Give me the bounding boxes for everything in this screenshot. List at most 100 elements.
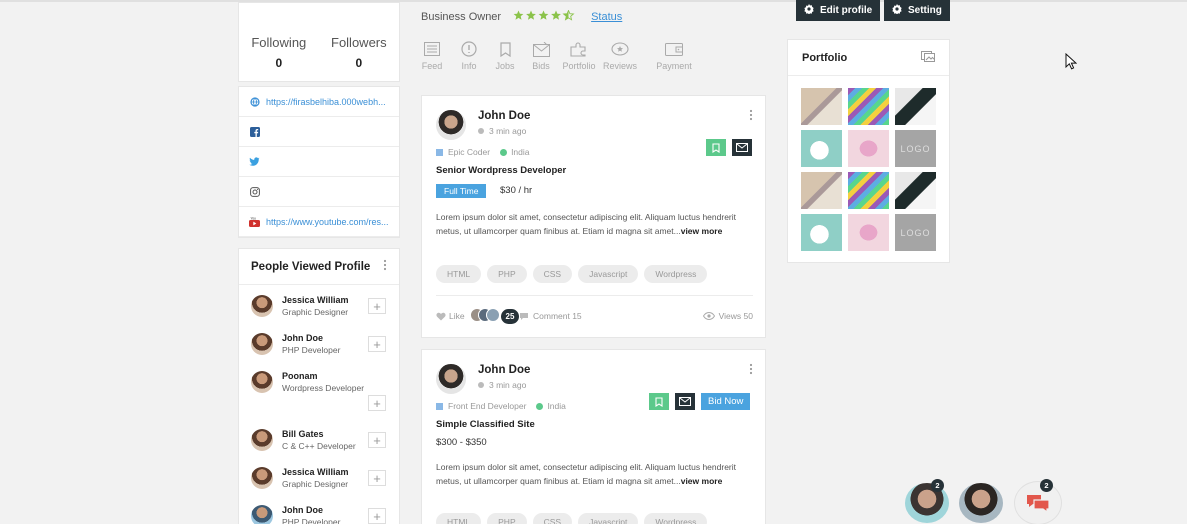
message-button[interactable] <box>732 139 752 156</box>
skill-tag[interactable]: Wordpress <box>644 513 708 524</box>
skill-tag[interactable]: CSS <box>532 513 573 524</box>
post-location: India <box>511 147 530 157</box>
logo-mockup-text: LOGO <box>900 143 931 154</box>
edit-profile-label: Edit profile <box>820 5 873 16</box>
status-link[interactable]: Status <box>591 11 622 23</box>
setting-label: Setting <box>908 5 942 16</box>
skill-tag[interactable]: Javascript <box>578 513 639 524</box>
portfolio-thumbnail[interactable] <box>895 172 936 209</box>
social-link-youtube[interactable]: You https://www.youtube.com/res... <box>239 207 399 237</box>
avatar[interactable] <box>251 371 273 393</box>
portfolio-thumbnail[interactable] <box>848 130 889 167</box>
skill-tag[interactable]: HTML <box>436 265 482 283</box>
view-more-link[interactable]: view more <box>681 476 723 486</box>
skill-tag[interactable]: PHP <box>487 513 527 524</box>
bid-now-button[interactable]: Bid Now <box>701 393 751 410</box>
tab-info[interactable]: Info <box>458 40 480 71</box>
instagram-icon <box>249 186 260 197</box>
viewer-name[interactable]: Jessica William <box>282 295 348 305</box>
add-user-button[interactable]: + <box>368 336 386 352</box>
add-user-button[interactable]: + <box>368 470 386 486</box>
skill-tag[interactable]: CSS <box>532 265 573 283</box>
bookmark-button[interactable] <box>706 139 726 156</box>
portfolio-icon[interactable] <box>921 49 935 67</box>
avatar[interactable] <box>251 429 273 451</box>
tab-bids[interactable]: Bids <box>530 40 552 71</box>
portfolio-thumbnail[interactable]: LOGO <box>895 214 936 251</box>
edit-profile-button[interactable]: Edit profile <box>796 0 881 21</box>
portfolio-thumbnail[interactable] <box>895 88 936 125</box>
skill-tag[interactable]: Wordpress <box>644 265 708 283</box>
chat-avatar[interactable] <box>959 483 1003 523</box>
profile-tabs: Feed Info Jobs Bids Portfolio Reviews Pa… <box>421 40 695 71</box>
post-time-text: 3 min ago <box>489 380 527 390</box>
tab-label: Portfolio <box>562 61 596 71</box>
likers-avatars[interactable]: 25 <box>470 308 520 325</box>
social-link-website[interactable]: https://firasbelhiba.000webh... <box>239 87 399 117</box>
followers-stat[interactable]: Followers 0 <box>331 35 387 81</box>
message-button[interactable] <box>675 393 695 410</box>
job-title[interactable]: Senior Wordpress Developer <box>436 165 566 176</box>
avatar[interactable] <box>251 295 273 317</box>
viewer-name[interactable]: Poonam <box>282 371 318 381</box>
chat-button[interactable] <box>1014 481 1062 524</box>
envelope-icon <box>679 397 691 406</box>
add-user-button[interactable]: + <box>368 395 386 411</box>
viewer-name[interactable]: John Doe <box>282 333 323 343</box>
envelope-icon <box>530 40 552 58</box>
avatar[interactable] <box>251 333 273 355</box>
social-link-instagram[interactable] <box>239 177 399 207</box>
portfolio-thumbnail[interactable] <box>801 172 842 209</box>
tab-reviews[interactable]: Reviews <box>600 40 640 71</box>
post-category: Front End Developer <box>448 401 527 411</box>
tab-payment[interactable]: Payment <box>653 40 695 71</box>
viewer-name[interactable]: Jessica William <box>282 467 348 477</box>
add-user-button[interactable]: + <box>368 298 386 314</box>
viewer-role: PHP Developer <box>282 345 341 355</box>
list-item: Poonam Wordpress Developer + <box>239 371 399 416</box>
portfolio-grid: LOGO LOGO <box>801 88 936 251</box>
tab-label: Payment <box>656 61 692 71</box>
portfolio-thumbnail[interactable] <box>848 214 889 251</box>
skill-tag[interactable]: PHP <box>487 265 527 283</box>
author-name[interactable]: John Doe <box>478 110 530 122</box>
bookmark-button[interactable] <box>649 393 669 410</box>
viewer-name[interactable]: Bill Gates <box>282 429 324 439</box>
tab-label: Bids <box>532 61 550 71</box>
like-button[interactable]: Like <box>436 311 465 321</box>
website-url: https://firasbelhiba.000webh... <box>266 96 386 107</box>
post-time-text: 3 min ago <box>489 126 527 136</box>
view-more-link[interactable]: view more <box>681 226 723 236</box>
tab-portfolio[interactable]: Portfolio <box>558 40 600 71</box>
author-avatar[interactable] <box>436 364 466 394</box>
viewer-role: C & C++ Developer <box>282 441 356 451</box>
add-user-button[interactable]: + <box>368 508 386 524</box>
avatar[interactable] <box>251 467 273 489</box>
skill-tag[interactable]: Javascript <box>578 265 639 283</box>
setting-button[interactable]: Setting <box>884 0 950 21</box>
post-menu-icon[interactable] <box>749 362 753 380</box>
more-options-icon[interactable] <box>383 258 387 276</box>
social-link-facebook[interactable] <box>239 117 399 147</box>
portfolio-thumbnail[interactable] <box>848 172 889 209</box>
portfolio-thumbnail[interactable] <box>801 88 842 125</box>
portfolio-thumbnail[interactable]: LOGO <box>895 130 936 167</box>
following-stat[interactable]: Following 0 <box>251 35 306 81</box>
avatar[interactable] <box>251 505 273 524</box>
viewer-name[interactable]: John Doe <box>282 505 323 515</box>
job-title[interactable]: Simple Classified Site <box>436 419 535 430</box>
tab-jobs[interactable]: Jobs <box>494 40 516 71</box>
social-link-twitter[interactable] <box>239 147 399 177</box>
author-name[interactable]: John Doe <box>478 364 530 376</box>
portfolio-thumbnail[interactable] <box>848 88 889 125</box>
post-card: John Doe 3 min ago Epic Coder India Seni… <box>421 95 766 338</box>
portfolio-thumbnail[interactable] <box>801 214 842 251</box>
tab-feed[interactable]: Feed <box>421 40 443 71</box>
portfolio-thumbnail[interactable] <box>801 130 842 167</box>
post-menu-icon[interactable] <box>749 108 753 126</box>
author-avatar[interactable] <box>436 110 466 140</box>
comment-button[interactable]: Comment 15 <box>519 311 582 321</box>
skill-tag[interactable]: HTML <box>436 513 482 524</box>
unread-badge: 2 <box>931 479 944 492</box>
add-user-button[interactable]: + <box>368 432 386 448</box>
